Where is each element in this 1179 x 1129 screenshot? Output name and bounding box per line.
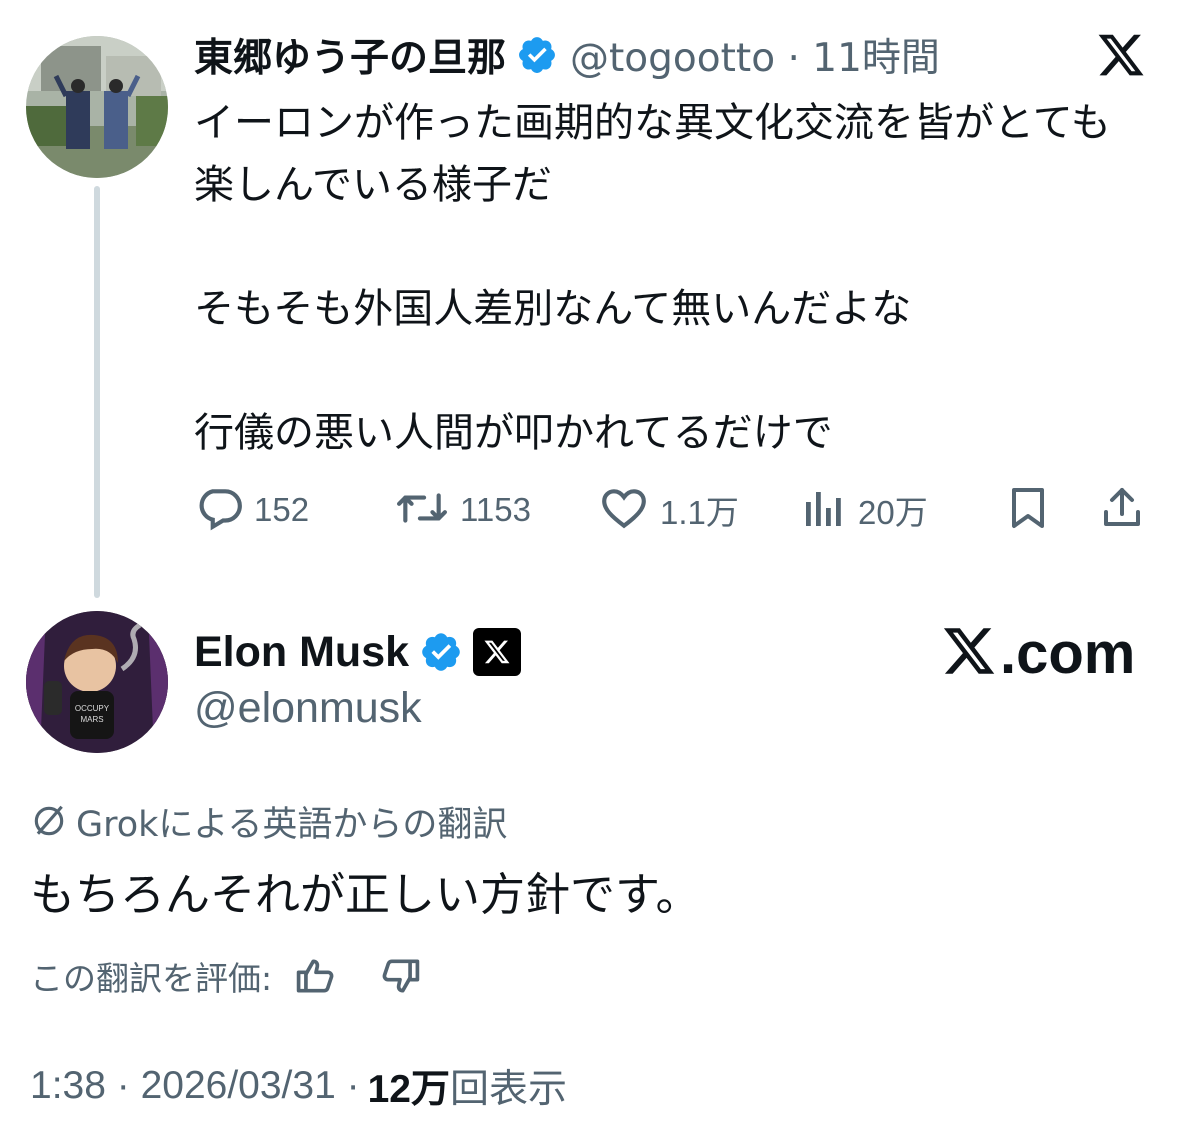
views-icon [800,483,848,537]
reply-author-name[interactable]: Elon Musk [194,628,409,677]
svg-text:MARS: MARS [80,715,103,724]
x-affiliate-badge-icon [473,628,522,676]
reply-translated-text: もちろんそれが正しい方針です。 [30,868,701,921]
translate-icon [30,802,68,840]
like-icon [598,483,650,537]
rate-translation-label: この翻訳を評価: [30,959,273,998]
repost-button[interactable]: 1153 [394,480,531,540]
reply-author-name-row: Elon Musk [194,620,522,684]
rate-translation-row: この翻訳を評価: [30,948,422,1004]
reply-author-handle[interactable]: @elonmusk [194,684,422,733]
x-logo-icon [940,623,998,683]
tweet-action-bar: 152 1153 1.1万 20万 [194,480,1152,540]
bookmark-button[interactable] [1004,480,1052,540]
parent-tweet-text: イーロンが作った画期的な異文化交流を皆がとても楽しんでいる様子だ そもそも外国人… [194,100,1111,456]
parent-tweet-header: 東郷ゆう子の旦那 @togootto · 11時間 [194,26,940,84]
tweet-meta: 1:38 · 2026/03/31 · 12万 回表示 [30,1058,567,1114]
reply-author-avatar[interactable]: OCCUPY MARS [26,611,168,753]
parent-author-name[interactable]: 東郷ゆう子の旦那 [194,27,506,83]
x-com-watermark: .com [940,618,1135,688]
x-logo-icon[interactable] [1095,30,1147,80]
like-button[interactable]: 1.1万 [598,480,739,540]
thread-connector-line [94,186,100,598]
translation-notice[interactable]: Grokによる英語からの翻訳 [30,796,507,846]
share-button[interactable] [1098,480,1146,540]
parent-handle-and-time[interactable]: @togootto · 11時間 [570,27,940,83]
verified-badge-icon [516,34,558,76]
repost-icon [394,483,450,537]
tweet-views-count: 12万 [367,1068,450,1111]
views-count: 20万 [858,494,928,531]
reply-button[interactable]: 152 [194,480,309,540]
parent-author-avatar[interactable] [26,36,168,178]
like-count: 1.1万 [660,494,739,531]
svg-text:OCCUPY: OCCUPY [75,704,110,713]
bookmark-icon [1004,483,1052,537]
verified-badge-icon [419,630,463,674]
repost-count: 1153 [460,491,531,528]
reply-icon [194,483,244,537]
share-icon [1098,483,1146,537]
views-button[interactable]: 20万 [800,480,928,540]
tweet-timestamp[interactable]: 1:38 · 2026/03/31 · [30,1064,360,1108]
thumbs-up-icon[interactable] [294,954,338,998]
tweet-views-label: 回表示 [449,1068,567,1111]
translation-notice-text: Grokによる英語からの翻訳 [76,804,508,845]
reply-count: 152 [254,491,310,528]
x-com-label: .com [1000,620,1136,686]
thumbs-down-icon[interactable] [378,954,422,998]
